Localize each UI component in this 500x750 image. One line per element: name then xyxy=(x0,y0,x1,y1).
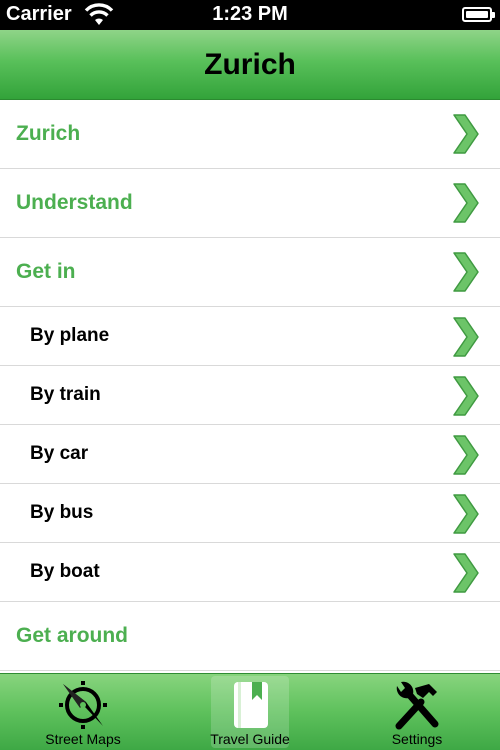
list-item-label: By car xyxy=(30,443,89,464)
guide-section-list[interactable]: Zurich Understand Get in By plane By tra… xyxy=(0,100,500,673)
list-item-get-in[interactable]: Get in xyxy=(0,238,500,307)
chevron-right-icon xyxy=(453,435,479,475)
navigation-bar: Zurich xyxy=(0,30,500,100)
list-item-understand[interactable]: Understand xyxy=(0,169,500,238)
tab-label: Settings xyxy=(391,731,443,747)
list-item-label: Get in xyxy=(16,260,76,283)
chevron-right-icon xyxy=(453,553,479,593)
status-bar: Carrier 1:23 PM xyxy=(0,0,500,30)
status-time: 1:23 PM xyxy=(212,3,288,25)
list-item-by-train[interactable]: By train xyxy=(0,366,500,425)
chevron-right-icon xyxy=(453,114,479,154)
compass-icon xyxy=(59,681,107,729)
list-item-by-plane[interactable]: By plane xyxy=(0,307,500,366)
list-item-label: Get around xyxy=(16,624,129,647)
chevron-right-icon xyxy=(453,183,479,223)
chevron-right-icon xyxy=(453,494,479,534)
list-item-label: By bus xyxy=(30,502,94,523)
list-item-get-around[interactable]: Get around xyxy=(0,602,500,671)
battery-icon xyxy=(462,7,495,22)
list-item-label: By train xyxy=(30,384,101,405)
tab-label: Travel Guide xyxy=(210,731,290,747)
tab-settings[interactable]: Settings xyxy=(334,674,500,750)
chevron-right-icon xyxy=(453,252,479,292)
tab-travel-guide[interactable]: Travel Guide xyxy=(167,674,333,750)
list-item-zurich[interactable]: Zurich xyxy=(0,100,500,169)
list-item-by-boat[interactable]: By boat xyxy=(0,543,500,602)
tab-street-maps[interactable]: Street Maps xyxy=(0,674,166,750)
list-item-label: Understand xyxy=(16,191,133,214)
tab-bar: Street Maps Travel Guide Settings xyxy=(0,673,500,750)
chevron-right-icon xyxy=(453,376,479,416)
list-item-label: Zurich xyxy=(16,122,81,145)
tools-icon xyxy=(395,681,439,730)
tab-label: Street Maps xyxy=(45,731,121,747)
list-item-by-bus[interactable]: By bus xyxy=(0,484,500,543)
list-item-label: By plane xyxy=(30,325,110,346)
page-title: Zurich xyxy=(204,48,296,81)
list-item-by-car[interactable]: By car xyxy=(0,425,500,484)
list-item-label: By boat xyxy=(30,561,100,582)
book-icon xyxy=(234,682,268,728)
chevron-right-icon xyxy=(453,317,479,357)
